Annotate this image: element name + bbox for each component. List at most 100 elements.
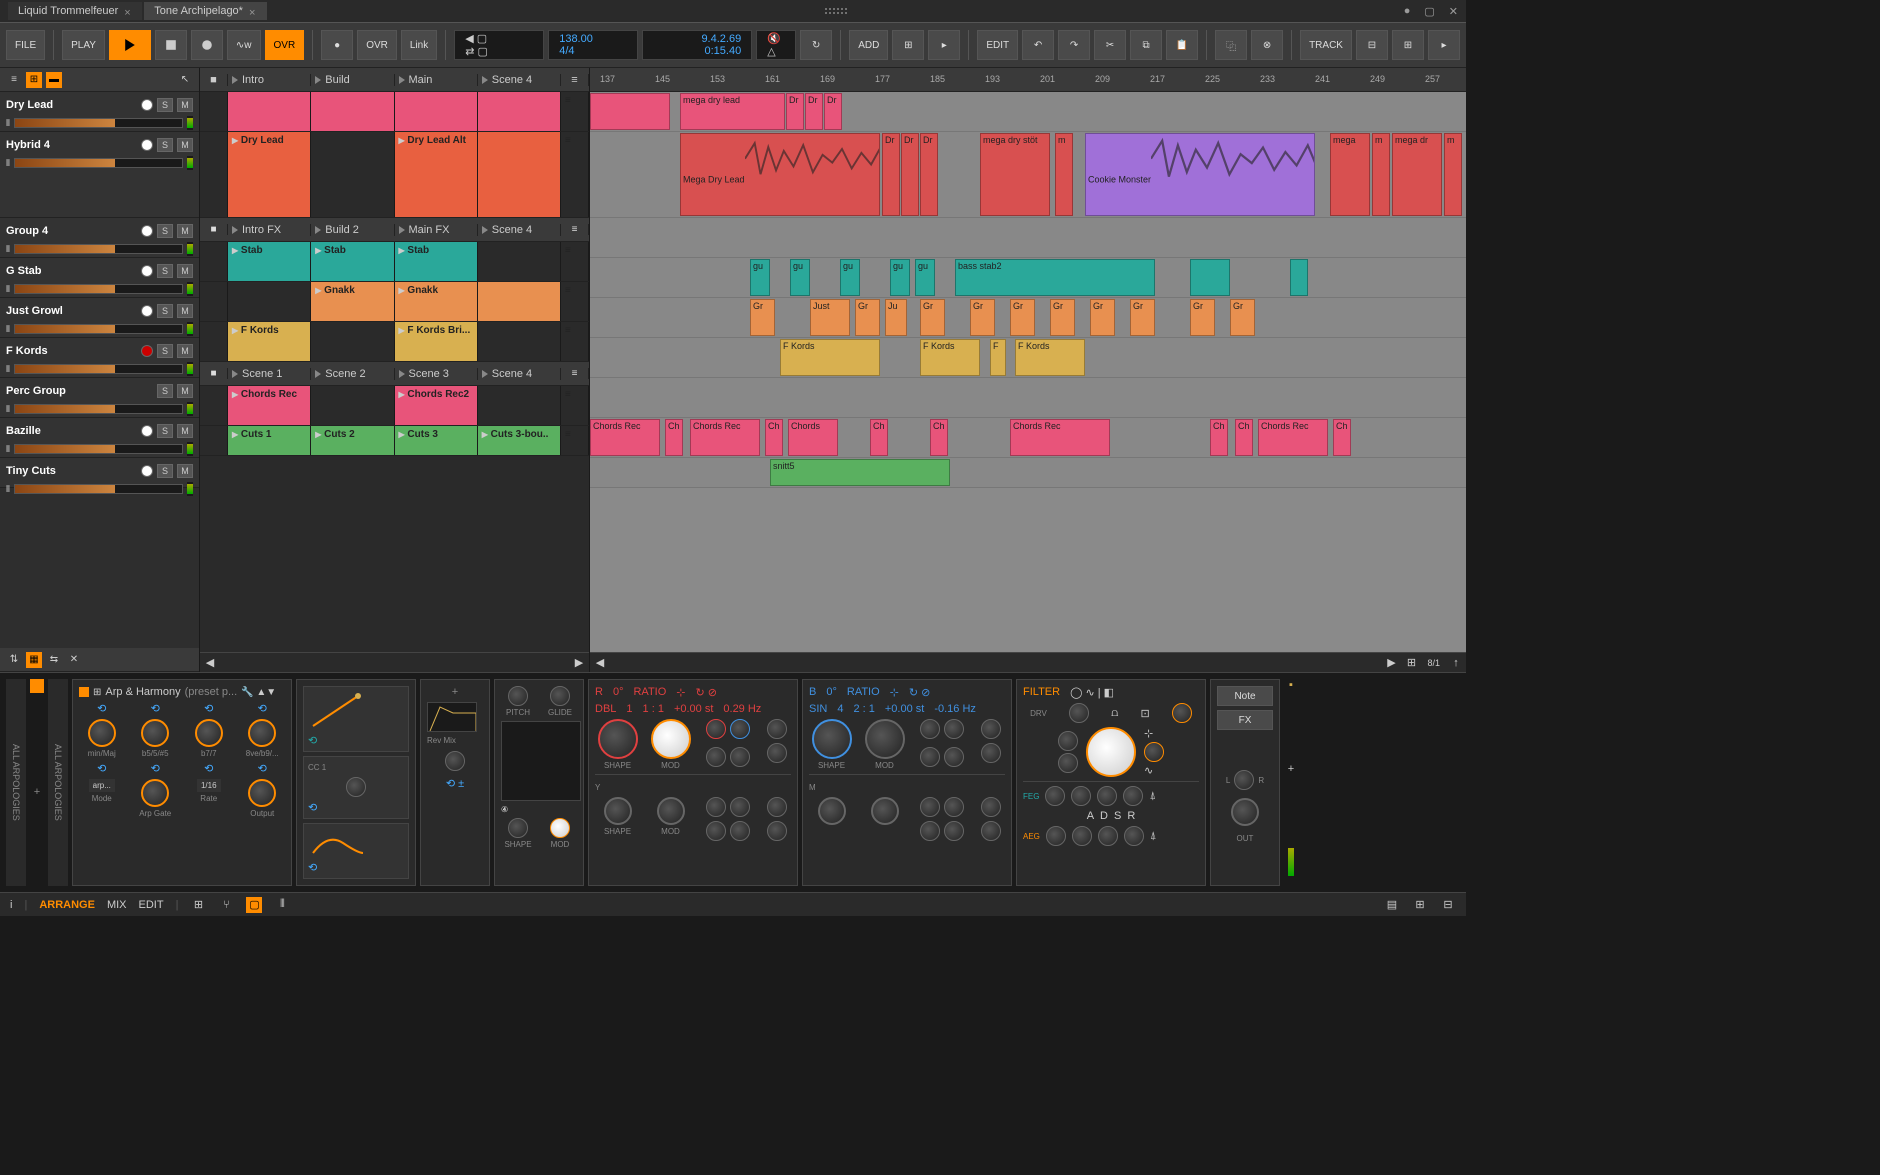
volume-fader[interactable] [14, 284, 183, 294]
add-device-icon[interactable]: + [30, 697, 44, 886]
volume-fader[interactable] [14, 404, 183, 414]
device-title[interactable]: ⊞ Arp & Harmony (preset p... 🔧 ▲▼ [79, 686, 285, 698]
clip[interactable] [311, 386, 394, 425]
knob[interactable]: PITCH [501, 686, 535, 717]
track-view3-icon[interactable]: ▸ [1428, 30, 1460, 60]
arranger-scrollbar[interactable]: ◀ ▶ ⊞ 8/1 ↑ [590, 652, 1466, 672]
arranger-clip[interactable]: gu [790, 259, 810, 296]
pan-knob[interactable] [1234, 770, 1254, 790]
add-mod-icon[interactable]: + [427, 686, 483, 698]
knob[interactable] [981, 719, 1001, 739]
arranger-clip[interactable]: mega dry lead [680, 93, 785, 130]
loop-button[interactable]: ↻ [800, 30, 832, 60]
knob[interactable] [767, 743, 787, 763]
knob[interactable] [1045, 786, 1065, 806]
envelope-display[interactable] [427, 702, 477, 732]
volume-fader[interactable] [14, 118, 183, 128]
track-header[interactable]: Just GrowlSM⦀ [0, 298, 199, 338]
arranger-clip[interactable]: Gr [1090, 299, 1115, 336]
volume-fader[interactable] [14, 484, 183, 494]
knob[interactable] [730, 719, 750, 739]
arranger-clip[interactable]: Chords Rec [590, 419, 660, 456]
knob[interactable] [1069, 703, 1089, 723]
row-menu-icon[interactable]: ≡ [561, 322, 589, 361]
cut-button[interactable]: ✂ [1094, 30, 1126, 60]
arranger-clip[interactable]: Ch [930, 419, 948, 456]
arranger-clip[interactable]: Dr [920, 133, 938, 216]
clip[interactable]: ▶ Dry Lead Alt [395, 132, 478, 217]
stop-clip-icon[interactable] [200, 92, 228, 131]
knob[interactable]: b7/7 [191, 719, 227, 758]
clip[interactable]: ▶ Cuts 2 [311, 426, 394, 455]
knob[interactable] [1098, 826, 1118, 846]
arranger-clip[interactable]: snitt5 [770, 459, 950, 486]
arranger-clip[interactable]: Ch [870, 419, 888, 456]
arranger-clip[interactable]: gu [840, 259, 860, 296]
stop-clip-icon[interactable] [200, 386, 228, 425]
track-header[interactable]: F KordsSM⦀ [0, 338, 199, 378]
arranger-clip[interactable]: gu [750, 259, 770, 296]
scene-slot[interactable]: Build 2 [311, 224, 394, 236]
arranger-clip[interactable]: Chords [788, 419, 838, 456]
arranger-clip[interactable]: Mega Dry Lead [680, 133, 880, 216]
info-button[interactable]: i [10, 899, 12, 911]
knob[interactable] [944, 719, 964, 739]
copy-button[interactable]: ⧉ [1130, 30, 1162, 60]
scroll-right-icon[interactable]: ▶ [569, 653, 589, 673]
track-header[interactable]: Tiny CutsSM⦀ [0, 458, 199, 488]
knob[interactable] [445, 751, 465, 771]
solo-button[interactable]: S [157, 98, 173, 112]
link-button[interactable]: Link [401, 30, 437, 60]
solo-button[interactable]: S [157, 264, 173, 278]
arranger-clip[interactable]: Dr [901, 133, 919, 216]
knob[interactable] [767, 719, 787, 739]
track-header[interactable]: Hybrid 4SM⦀ [0, 132, 199, 218]
knob[interactable] [981, 821, 1001, 841]
knob[interactable] [1071, 786, 1091, 806]
knob[interactable] [1058, 731, 1078, 751]
mute-button[interactable]: M [177, 464, 193, 478]
record-arm-icon[interactable] [141, 139, 153, 151]
automation-write-button[interactable]: ∿w [227, 30, 261, 60]
stop-clip-icon[interactable] [200, 242, 228, 281]
knob[interactable] [1046, 826, 1066, 846]
add-scene-icon[interactable]: ▸ [928, 30, 960, 60]
delete-button[interactable]: ⊗ [1251, 30, 1283, 60]
arranger-clip[interactable]: m [1372, 133, 1390, 216]
arranger-clip[interactable]: Chords Rec [1258, 419, 1328, 456]
knob[interactable] [920, 719, 940, 739]
knob[interactable] [944, 747, 964, 767]
clip[interactable] [478, 282, 561, 321]
pointer-icon[interactable]: ↖ [177, 72, 193, 88]
slope-icon[interactable]: ⊹ [1144, 727, 1164, 740]
arranger-clip[interactable]: Gr [750, 299, 775, 336]
arranger-clip[interactable]: F Kords [780, 339, 880, 376]
knob[interactable] [706, 747, 726, 767]
xy-pad[interactable] [501, 721, 581, 801]
mute-button[interactable]: M [177, 304, 193, 318]
filter-type-icon[interactable]: ⩍ [1111, 707, 1118, 720]
arranger-clip[interactable]: Ju [885, 299, 907, 336]
mode-select[interactable]: arp...Mode [84, 779, 120, 818]
track-header[interactable]: Perc GroupSM⦀ [0, 378, 199, 418]
arranger-clip[interactable]: mega dr [1392, 133, 1442, 216]
device-strip[interactable]: ALL ARPOLOGIES [6, 679, 26, 886]
metronome-display[interactable]: 🔇△ [756, 30, 796, 60]
arranger-clip[interactable]: Gr [1010, 299, 1035, 336]
arranger-clip[interactable]: Ch [1333, 419, 1351, 456]
lfo-display[interactable]: ⟲ [303, 686, 409, 752]
knob[interactable]: MOD [653, 719, 689, 770]
arranger-clip[interactable]: Dr [882, 133, 900, 216]
knob[interactable] [706, 719, 726, 739]
knob[interactable] [1124, 826, 1144, 846]
redo-button[interactable]: ↷ [1058, 30, 1090, 60]
clip[interactable] [228, 282, 311, 321]
list-icon[interactable]: ▬ [46, 72, 62, 88]
toggle-icon[interactable]: ⇆ [46, 652, 62, 668]
add-track-icon[interactable]: ⊞ [892, 30, 924, 60]
stop-clip-icon[interactable] [200, 426, 228, 455]
menu-icon[interactable]: ≡ [571, 74, 577, 86]
clip[interactable]: ▶ Stab [228, 242, 311, 281]
volume-fader[interactable] [14, 324, 183, 334]
clip[interactable] [478, 242, 561, 281]
